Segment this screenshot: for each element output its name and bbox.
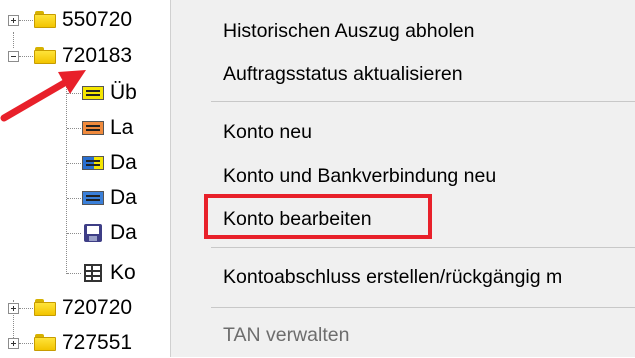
tree-line [67, 163, 81, 164]
table-icon [84, 264, 102, 282]
tree-line [67, 198, 81, 199]
expand-icon[interactable] [8, 338, 19, 349]
menu-item-konto-neu[interactable]: Konto neu [223, 120, 312, 144]
tree-node-label: Da [110, 151, 137, 174]
account-tree: 550720 720183 Üb La Da Da Da Ko 720720 7… [0, 0, 170, 357]
menu-item-auftragsstatus[interactable]: Auftragsstatus aktualisieren [223, 62, 463, 86]
annotation-highlight-box [204, 194, 432, 239]
tree-node-727551[interactable]: 727551 [0, 328, 170, 358]
menu-item-kontoabschluss[interactable]: Kontoabschluss erstellen/rückgängig m [223, 265, 562, 289]
context-menu: Historischen Auszug abholen Auftragsstat… [170, 0, 635, 357]
menu-item-tan-verwalten: TAN verwalten [223, 324, 350, 346]
tree-node-label: 720720 [62, 296, 133, 319]
menu-separator [211, 101, 635, 102]
tree-node-account[interactable]: Da [0, 148, 170, 178]
tree-node-label: Da [110, 221, 137, 244]
menu-item-konto-bankverbindung-neu[interactable]: Konto und Bankverbindung neu [223, 164, 496, 188]
tree-line [19, 343, 33, 344]
floppy-disk-icon [84, 224, 102, 242]
tree-node-data[interactable]: Da [0, 218, 170, 248]
expand-icon[interactable] [8, 303, 19, 314]
folder-icon [34, 299, 56, 316]
tree-node-label: 727551 [62, 331, 133, 354]
menu-item-historischen-auszug[interactable]: Historischen Auszug abholen [223, 19, 475, 43]
tree-node-720720[interactable]: 720720 [0, 293, 170, 323]
tree-line [67, 233, 81, 234]
tree-line [19, 308, 33, 309]
tree-node-label: Ko [110, 261, 136, 284]
account-blue-icon [82, 191, 104, 205]
folder-icon [34, 334, 56, 351]
tree-node-data[interactable]: Ko [0, 258, 170, 288]
menu-separator [211, 247, 635, 248]
tree-node-account[interactable]: Da [0, 183, 170, 213]
account-blueyellow-icon [82, 156, 104, 170]
tree-node-label: Da [110, 186, 137, 209]
annotation-arrow-icon [0, 70, 86, 122]
menu-separator [211, 307, 635, 308]
tree-line [67, 273, 81, 274]
